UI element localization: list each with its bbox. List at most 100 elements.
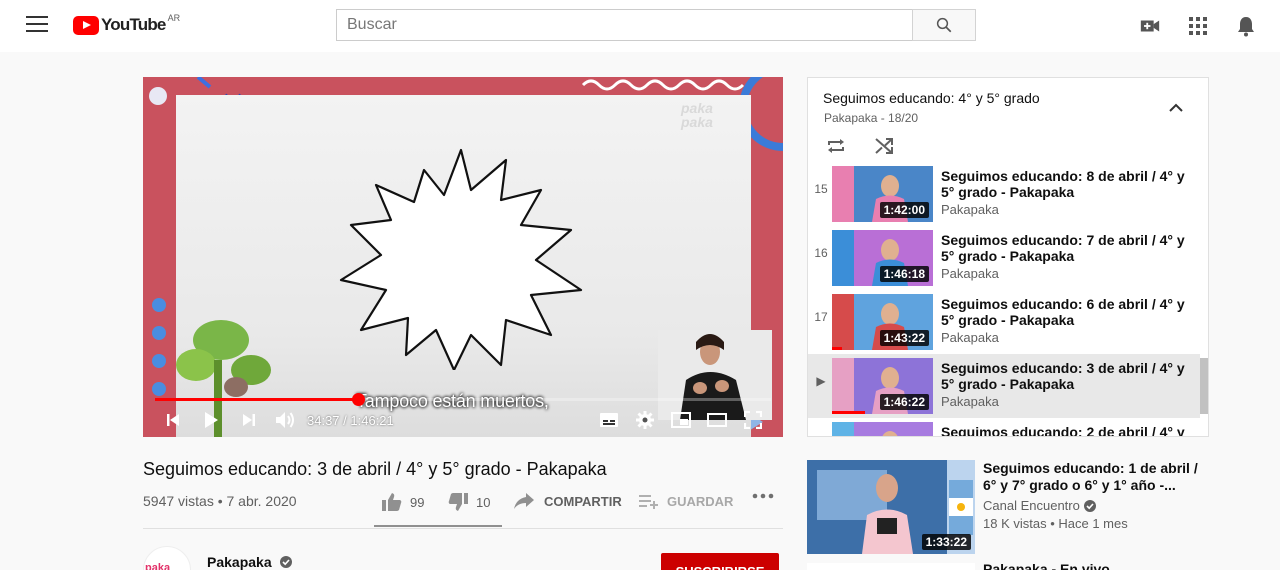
logo-text: YouTube	[101, 15, 166, 34]
progress-bar[interactable]	[155, 393, 771, 406]
progress-played	[155, 398, 359, 401]
star-drawing	[339, 148, 583, 370]
notifications-bell-icon[interactable]	[1234, 14, 1258, 38]
related-thumbnail[interactable]: 1:33:22	[807, 460, 975, 554]
verified-check-icon	[279, 556, 292, 568]
miniplayer-icon[interactable]	[669, 409, 693, 431]
more-horizontal-icon	[752, 493, 774, 499]
playlist-item-index: 16	[814, 246, 828, 260]
playlist-item-duration: 1:42:00	[879, 202, 929, 218]
view-count-date: 5947 vistas • 7 abr. 2020	[143, 493, 297, 509]
search-icon	[936, 17, 952, 33]
settings-gear-icon[interactable]	[633, 409, 657, 431]
playlist-item-thumbnail[interactable]	[832, 422, 933, 436]
video-title: Seguimos educando: 3 de abril / 4° y 5° …	[143, 459, 607, 479]
playlist-add-icon	[639, 495, 658, 509]
playlist-item-channel: Pakapaka	[941, 202, 999, 217]
playlist-item[interactable]: 15 1:42:00 Seguimos educando: 8 de abril /…	[808, 166, 1200, 226]
sentiment-bar	[374, 525, 502, 527]
previous-icon[interactable]	[161, 409, 185, 431]
playlist-item-thumbnail[interactable]: 1:46:22	[832, 358, 933, 414]
watched-progress	[832, 347, 843, 350]
related-thumbnail-2[interactable]	[807, 563, 975, 570]
share-button[interactable]: COMPARTIR	[514, 493, 622, 509]
playlist-item[interactable]: 16 1:46:18 Seguimos educando: 7 de abril /…	[808, 226, 1200, 290]
collapse-chevron-icon[interactable]	[1165, 98, 1187, 118]
save-button[interactable]: GUARDAR	[639, 493, 733, 509]
subscribe-button[interactable]: SUSCRIBIRSE	[661, 553, 779, 570]
create-video-icon[interactable]	[1138, 14, 1162, 38]
playlist-item-title: Seguimos educando: 3 de abril / 4° y 5° g…	[941, 360, 1185, 392]
like-button[interactable]: 99	[382, 493, 424, 511]
playlist-item-channel: Pakapaka	[941, 394, 999, 409]
dislike-count: 10	[476, 494, 491, 510]
volume-icon[interactable]	[273, 409, 297, 431]
info-divider	[143, 528, 783, 529]
playlist-item-duration: 1:46:22	[879, 394, 929, 410]
search-button[interactable]	[912, 9, 976, 41]
related-meta: 18 K vistas • Hace 1 mes	[983, 516, 1128, 531]
verified-check-icon	[1083, 499, 1096, 512]
youtube-play-icon	[73, 15, 99, 35]
theater-mode-icon[interactable]	[705, 409, 729, 431]
like-count: 99	[410, 494, 425, 510]
playlist-item-thumbnail[interactable]: 1:46:18	[832, 230, 933, 286]
playlist-item[interactable]: ▶ 1:46:22 Seguimos educando: 3 de abril / …	[808, 354, 1200, 418]
related-channel[interactable]: Canal Encuentro	[983, 498, 1096, 513]
save-label: GUARDAR	[667, 493, 734, 509]
time-display: 34:37 / 1:46:21	[307, 413, 394, 428]
playlist-item-channel: Pakapaka	[941, 330, 999, 345]
player-controls: 34:37 / 1:46:21	[143, 403, 783, 437]
playlist-item[interactable]: 17 1:43:22 Seguimos educando: 6 de abril /…	[808, 290, 1200, 354]
playlist-item-duration: 1:46:18	[879, 266, 929, 282]
channel-avatar[interactable]: paka	[143, 546, 191, 570]
playlist-items: 15 1:42:00 Seguimos educando: 8 de abril /…	[808, 166, 1208, 437]
playlist-item-title: Seguimos educando: 7 de abril / 4° y 5° g…	[941, 232, 1185, 264]
playlist-item-index: 17	[814, 310, 828, 324]
country-code: AR	[167, 13, 181, 23]
playlist-item-title: Seguimos educando: 2 de abril / 4° y5° g…	[941, 424, 1185, 437]
search-bar	[336, 9, 976, 41]
play-icon[interactable]	[199, 409, 223, 431]
menu-icon[interactable]	[26, 16, 48, 34]
share-label: COMPARTIR	[544, 493, 622, 509]
dislike-button[interactable]: 10	[448, 493, 490, 511]
avatar-text: paka	[145, 562, 171, 570]
thumbs-up-icon	[382, 493, 402, 511]
masthead: YouTube AR	[0, 0, 1280, 52]
video-whiteboard: paka paka	[176, 95, 772, 437]
channel-name-text: Pakapaka	[207, 554, 272, 570]
next-icon[interactable]	[237, 409, 261, 431]
related-title-2[interactable]: Pakapaka - En vivo	[983, 561, 1110, 570]
related-title: Seguimos educando: 1 de abril /6° y 7° g…	[983, 460, 1198, 493]
playlist-panel: Seguimos educando: 4° y 5° grado Pakapak…	[807, 77, 1209, 437]
related-video[interactable]: 1:33:22 Seguimos educando: 1 de abril /6…	[807, 460, 1209, 554]
youtube-logo[interactable]: YouTube AR	[73, 13, 181, 36]
channel-name[interactable]: Pakapaka	[207, 554, 292, 570]
shuffle-icon[interactable]	[873, 136, 895, 156]
search-input[interactable]	[336, 9, 912, 41]
playlist-item-duration: 1:43:22	[879, 330, 929, 346]
playlist-item-channel: Pakapaka	[941, 266, 999, 281]
playlist-item[interactable]: 19Seguimos educando: 2 de abril / 4° y5°…	[808, 418, 1200, 437]
playlist-title[interactable]: Seguimos educando: 4° y 5° grado	[823, 90, 1040, 106]
apps-grid-icon[interactable]	[1186, 14, 1210, 38]
related-duration: 1:33:22	[921, 534, 971, 550]
watched-progress	[832, 411, 866, 414]
fullscreen-icon[interactable]	[741, 409, 765, 431]
playlist-header: Seguimos educando: 4° y 5° grado Pakapak…	[808, 78, 1208, 166]
playlist-item-thumbnail[interactable]: 1:43:22	[832, 294, 933, 350]
playlist-scrollbar[interactable]	[1200, 358, 1208, 414]
more-actions-button[interactable]	[752, 493, 774, 499]
share-arrow-icon	[514, 493, 534, 509]
subtitles-icon[interactable]	[597, 409, 621, 431]
loop-icon[interactable]	[825, 136, 847, 156]
video-player[interactable]: paka paka Tampoco están muertos, 34:37 /…	[143, 77, 783, 437]
playlist-item-thumbnail[interactable]: 1:42:00	[832, 166, 933, 222]
playlist-subtitle: Pakapaka - 18/20	[824, 111, 919, 125]
watermark-logo: paka paka	[681, 100, 713, 130]
playlist-item-title: Seguimos educando: 8 de abril / 4° y 5° g…	[941, 168, 1185, 200]
thumbs-down-icon	[448, 493, 468, 511]
playlist-item-title: Seguimos educando: 6 de abril / 4° y 5° g…	[941, 296, 1185, 328]
playlist-item-index: ▶	[816, 374, 826, 388]
